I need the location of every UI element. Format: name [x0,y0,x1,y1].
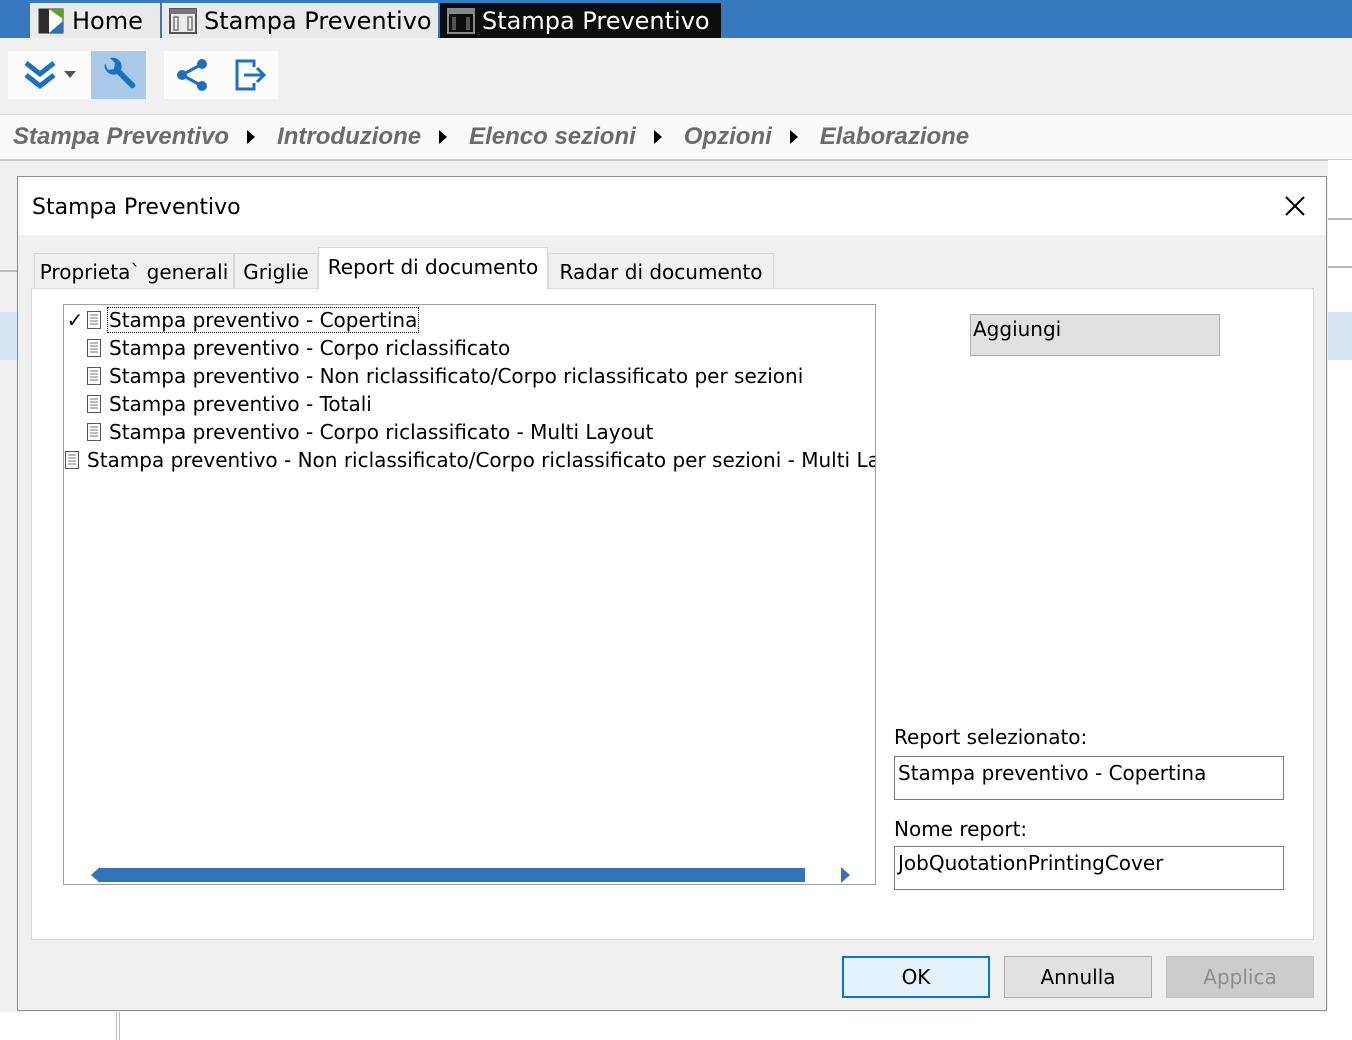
tab-panel-report-di-documento: ✓ Stampa preventivo - Copertina Stampa pre… [31,288,1314,940]
document-icon [87,311,101,329]
exit-icon [235,59,267,91]
background-selected-row [0,312,18,360]
grid-line [116,1012,117,1040]
list-item[interactable]: Stampa preventivo - Non riclassificato/C… [64,362,875,390]
close-icon[interactable] [1278,189,1312,223]
tab-report-di-documento[interactable]: Report di documento [318,247,548,290]
add-report-button[interactable]: Aggiungi [970,314,1220,356]
document-icon [87,423,101,441]
breadcrumb-arrow-icon [439,130,448,144]
background-selected-row [1328,312,1352,360]
background-grid [18,1012,1328,1040]
report-item-label: Stampa preventivo - Non riclassificato/C… [87,448,876,472]
check-icon[interactable]: ✓ [64,308,86,332]
report-name-label: Nome report: [894,817,1028,841]
background-divider [1328,266,1352,268]
document-icon [87,395,101,413]
scroll-left-arrow-icon[interactable] [91,867,100,883]
tab-proprieta-generali[interactable]: Proprieta` generali [34,253,234,289]
scrollbar-thumb[interactable] [100,868,805,882]
background-panel [1328,160,1352,1040]
apply-button[interactable]: Applica [1166,956,1314,998]
app-tab-home[interactable]: Home [30,3,160,38]
list-item[interactable]: Stampa preventivo - Non riclassificato/C… [64,446,876,474]
window-icon [169,7,197,34]
window-icon [447,7,475,34]
dialog-title: Stampa Preventivo [32,195,241,220]
background-divider [0,270,18,272]
ok-button[interactable]: OK [842,956,990,998]
horizontal-scrollbar[interactable] [64,861,875,884]
expand-menu-button[interactable] [8,51,88,99]
dialog-titlebar: Stampa Preventivo [18,177,1326,235]
app-tab-label: Home [72,6,143,35]
background-divider [1328,218,1352,220]
tab-radar-di-documento[interactable]: Radar di documento [548,253,774,289]
tab-griglie[interactable]: Griglie [234,253,318,289]
list-item[interactable]: Stampa preventivo - Totali [64,390,875,418]
app-tab-stampa-preventivo[interactable]: Stampa Preventivo [162,3,438,38]
app-tab-label: Stampa Preventivo [204,6,432,35]
background-panel [0,1012,18,1040]
toolbar-group-actions [164,51,278,99]
selected-report-label: Report selezionato: [894,725,1088,749]
document-icon [65,451,79,469]
grid-line [119,1012,120,1040]
breadcrumb-step-opzioni[interactable]: Opzioni [684,123,772,151]
cancel-button[interactable]: Annulla [1004,956,1152,998]
selected-report-field[interactable]: Stampa preventivo - Copertina [894,756,1284,800]
list-item[interactable]: ✓ Stampa preventivo - Copertina [64,306,875,334]
report-item-label: Stampa preventivo - Non riclassificato/C… [109,364,804,388]
document-icon [87,339,101,357]
dropdown-arrow-icon [64,71,76,78]
report-item-label: Stampa preventivo - Corpo riclassificato [109,336,511,360]
toolbar-group-main [8,51,146,99]
report-item-label: Stampa preventivo - Totali [109,392,372,416]
breadcrumb-step-elenco-sezioni[interactable]: Elenco sezioni [469,123,636,151]
breadcrumb-step-introduzione[interactable]: Introduzione [277,123,421,151]
share-icon [177,59,207,91]
exit-button[interactable] [222,51,278,99]
report-item-label: Stampa preventivo - Copertina [106,307,420,333]
document-icon [87,367,101,385]
toolbar [0,38,1352,106]
list-item[interactable]: Stampa preventivo - Corpo riclassificato… [64,418,875,446]
app-tab-stampa-preventivo-active[interactable]: Stampa Preventivo [440,3,721,38]
stampa-preventivo-dialog: Stampa Preventivo Proprieta` generali Gr… [17,176,1327,1011]
double-chevron-down-icon [24,61,56,90]
home-logo-icon [38,8,64,33]
tools-button[interactable] [91,51,146,99]
app-tab-strip: Home Stampa Preventivo Stampa Preventivo [0,0,1352,38]
breadcrumb-arrow-icon [247,130,256,144]
list-item[interactable]: Stampa preventivo - Corpo riclassificato [64,334,875,362]
breadcrumb-arrow-icon [789,130,798,144]
app-tab-label: Stampa Preventivo [482,6,710,35]
report-item-label: Stampa preventivo - Corpo riclassificato… [109,420,654,444]
wrench-icon [104,57,135,89]
breadcrumb-step-elaborazione[interactable]: Elaborazione [820,123,969,151]
share-button[interactable] [164,51,220,99]
report-name-field[interactable]: JobQuotationPrintingCover [894,846,1284,890]
breadcrumb-step-stampa-preventivo[interactable]: Stampa Preventivo [13,123,229,151]
wizard-breadcrumb: Stampa Preventivo Introduzione Elenco se… [0,114,1352,161]
scroll-right-arrow-icon[interactable] [841,867,850,883]
breadcrumb-arrow-icon [653,130,662,144]
report-list[interactable]: ✓ Stampa preventivo - Copertina Stampa pre… [63,304,876,885]
